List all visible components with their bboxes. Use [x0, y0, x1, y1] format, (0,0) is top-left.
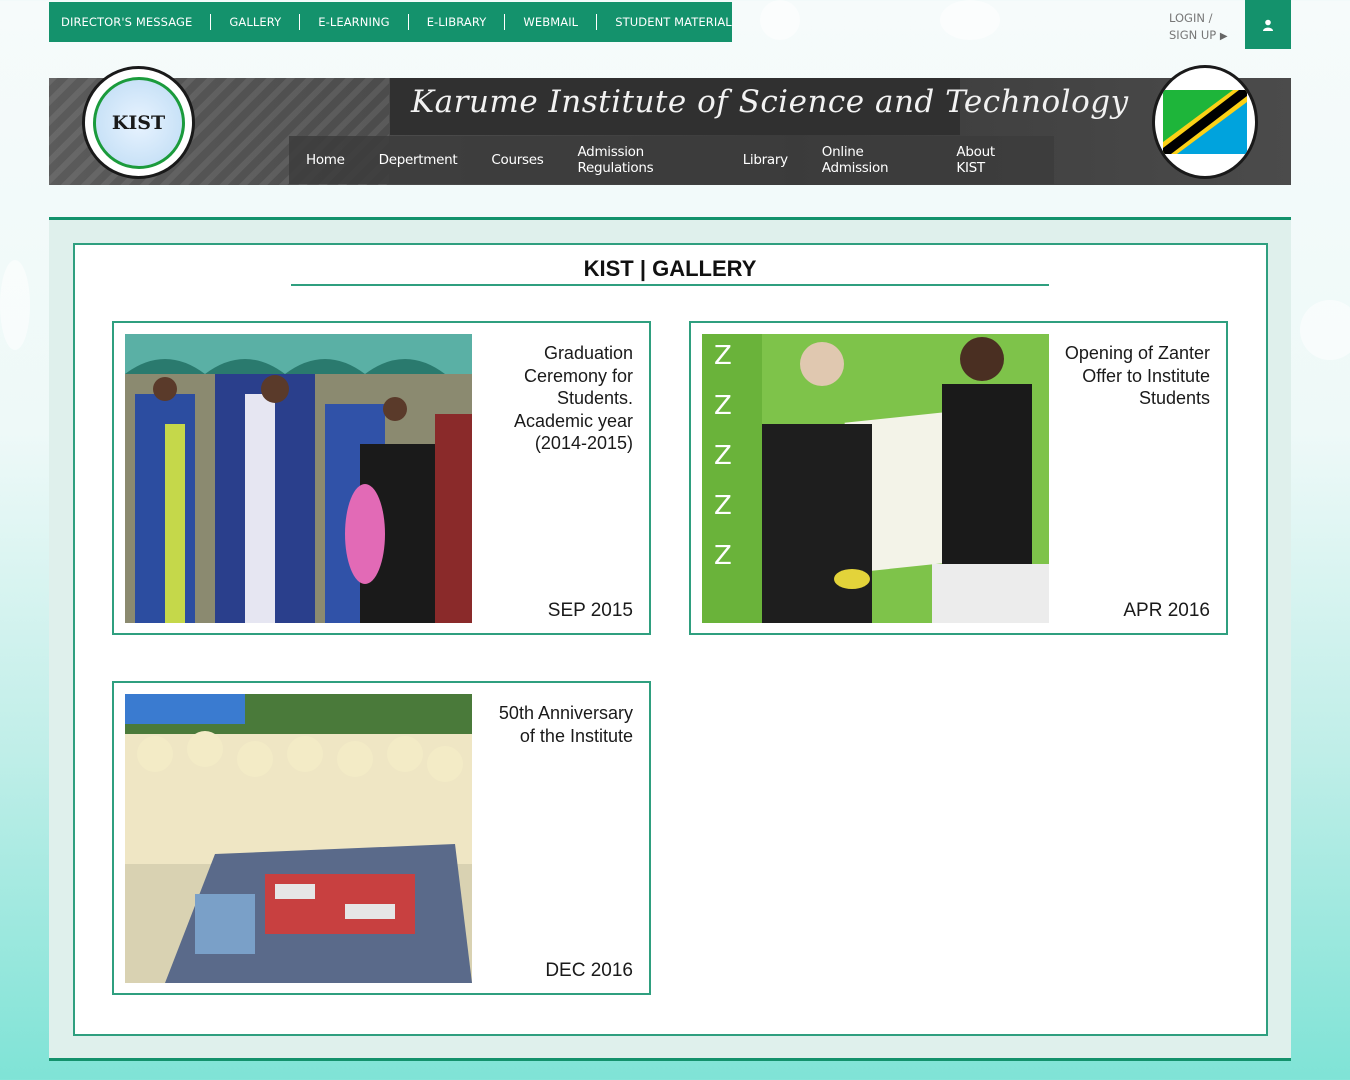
- gallery-date: SEP 2015: [547, 600, 633, 621]
- svg-text:Z: Z: [714, 541, 732, 571]
- nav-divider: [504, 14, 506, 30]
- site-banner: Karume Institute of Science and Technolo…: [49, 78, 1291, 185]
- top-nav-student-material[interactable]: STUDENT MATERIAL: [615, 15, 732, 29]
- main-nav-courses[interactable]: Courses: [491, 152, 543, 168]
- kist-logo-text: KIST: [92, 76, 185, 169]
- background-bubble: [0, 260, 30, 350]
- gallery-caption: Opening of Zanter Offer to Institute Stu…: [1064, 343, 1210, 408]
- main-nav-library[interactable]: Library: [743, 152, 788, 168]
- gallery-caption: 50th Anniversary of the Institute: [498, 703, 633, 746]
- gallery-heading: KIST | GALLERY: [583, 256, 757, 281]
- background-bubble: [760, 0, 800, 40]
- svg-text:Z: Z: [714, 341, 732, 371]
- gallery-card-50th-anniversary[interactable]: 50th Anniversary of the Institute DEC 20…: [112, 681, 651, 995]
- user-icon: [1263, 19, 1273, 31]
- nav-divider: [299, 14, 301, 30]
- signup-label[interactable]: SIGN UP: [1169, 28, 1216, 42]
- svg-text:Z: Z: [714, 441, 732, 471]
- heading-underline: [291, 284, 1049, 286]
- kist-logo[interactable]: KIST: [82, 66, 195, 179]
- top-nav-e-learning[interactable]: E-LEARNING: [318, 15, 389, 29]
- main-nav-about-kist[interactable]: About KIST: [956, 144, 1020, 176]
- site-title: Karume Institute of Science and Technolo…: [411, 84, 1129, 120]
- nav-divider: [596, 14, 598, 30]
- nav-divider: [210, 14, 212, 30]
- gallery-photo[interactable]: [125, 334, 472, 623]
- gallery-card-graduation[interactable]: Graduation Ceremony for Students. Academ…: [112, 321, 651, 635]
- gallery-date: APR 2016: [1123, 600, 1210, 621]
- svg-text:Z: Z: [714, 391, 732, 421]
- login-label[interactable]: LOGIN /: [1169, 10, 1244, 27]
- top-nav-directors-message[interactable]: DIRECTOR'S MESSAGE: [61, 15, 192, 29]
- top-nav-e-library[interactable]: E-LIBRARY: [427, 15, 487, 29]
- main-nav: Home Depertment Courses Admission Regula…: [289, 136, 1054, 184]
- gallery-photo[interactable]: Z Z Z Z Z: [702, 334, 1049, 623]
- login-signup-link[interactable]: LOGIN / SIGN UP ▶: [1169, 10, 1244, 45]
- background-bubble: [940, 0, 1000, 40]
- user-account-button[interactable]: [1245, 0, 1291, 49]
- top-nav-gallery[interactable]: GALLERY: [229, 15, 281, 29]
- main-nav-online-admission[interactable]: Online Admission: [822, 144, 923, 176]
- gallery-caption: Graduation Ceremony for Students. Academ…: [513, 343, 633, 453]
- main-nav-home[interactable]: Home: [306, 152, 345, 168]
- top-nav-webmail[interactable]: WEBMAIL: [523, 15, 578, 29]
- tanzania-flag-icon: [1152, 65, 1258, 179]
- gallery-card-zanter-offer[interactable]: Z Z Z Z Z Opening of Zanter Offer to Ins…: [689, 321, 1228, 635]
- nav-divider: [407, 14, 409, 30]
- svg-text:Z: Z: [714, 491, 732, 521]
- gallery-date: DEC 2016: [545, 960, 633, 981]
- main-nav-admission-regulations[interactable]: Admission Regulations: [577, 144, 708, 176]
- top-nav: DIRECTOR'S MESSAGE GALLERY E-LEARNING E-…: [49, 2, 732, 42]
- background-bubble: [1300, 300, 1350, 360]
- play-arrow-icon: ▶: [1219, 31, 1228, 42]
- gallery-photo[interactable]: [125, 694, 472, 983]
- content-bottom-rule: [49, 1058, 1291, 1061]
- main-nav-department[interactable]: Depertment: [379, 152, 458, 168]
